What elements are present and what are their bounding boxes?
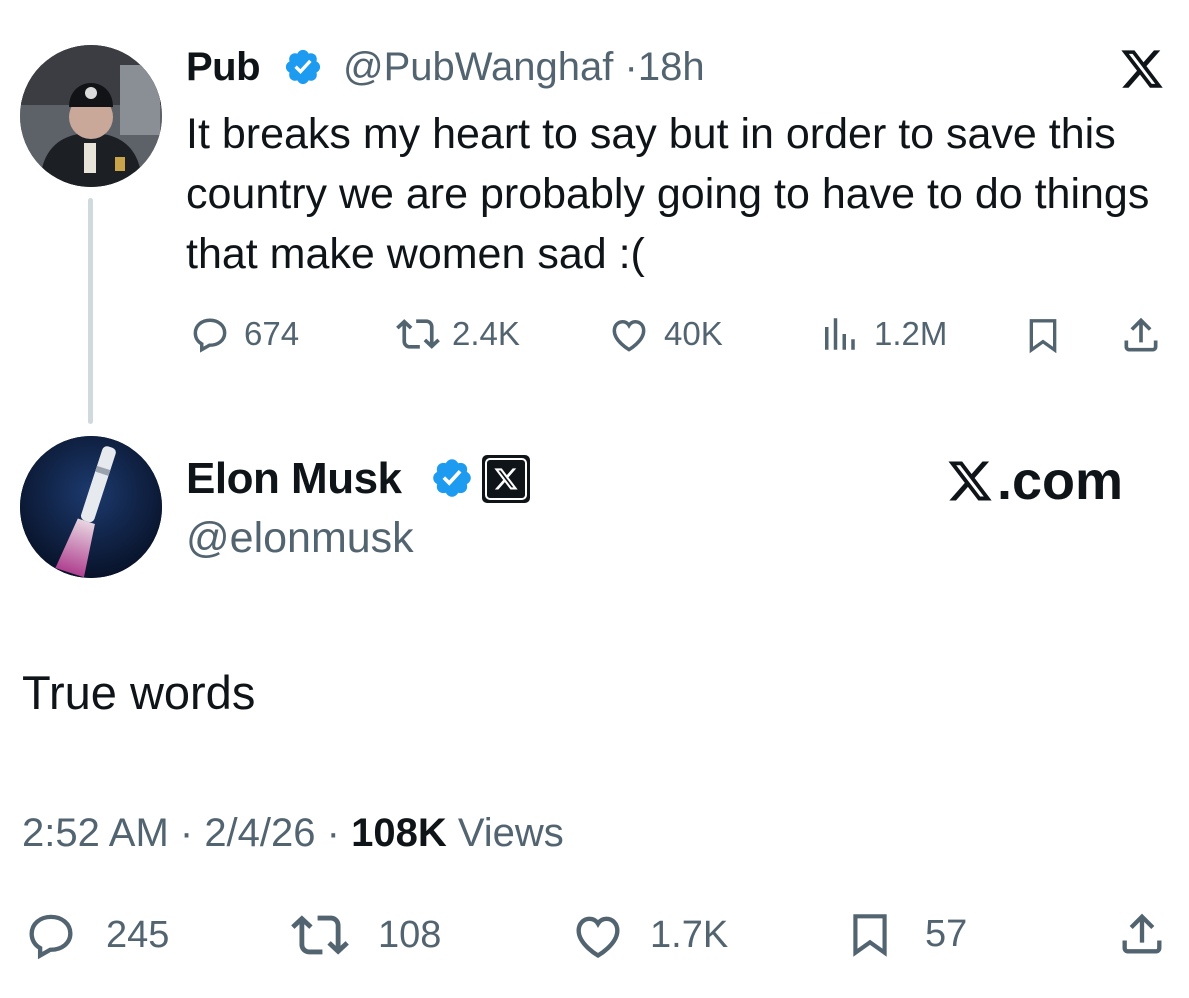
- quoted-display-name[interactable]: Pub: [186, 42, 261, 92]
- x-logo-icon: [1117, 46, 1167, 92]
- quoted-reply-button[interactable]: 674: [188, 312, 299, 356]
- x-com-link[interactable]: .com: [945, 449, 1123, 513]
- reply-icon: [193, 318, 227, 353]
- repost-icon: [291, 915, 349, 955]
- x-logo-icon: [948, 461, 992, 501]
- views-icon: [825, 318, 855, 350]
- quoted-post-text: It breaks my heart to say but in order t…: [186, 110, 1150, 278]
- quoted-repost-count: 2.4K: [452, 315, 520, 352]
- quoted-share-button[interactable]: [1119, 312, 1163, 358]
- verified-badge-icon: [283, 47, 323, 87]
- reply-icon: [29, 914, 73, 960]
- quoted-bookmark-button[interactable]: [1023, 314, 1063, 356]
- avatar[interactable]: [20, 45, 162, 187]
- separator-dot: ·: [624, 45, 638, 89]
- quoted-views-button[interactable]: 1.2M: [818, 312, 947, 356]
- views-count: 108K: [351, 811, 447, 855]
- quoted-views-count: 1.2M: [874, 315, 948, 352]
- bookmark-icon: [1029, 319, 1057, 354]
- repost-count: 108: [378, 913, 442, 956]
- quoted-time[interactable]: 18h: [638, 45, 705, 89]
- quoted-handle-and-time[interactable]: @PubWanghaf ·18h: [343, 42, 705, 92]
- quoted-repost-button[interactable]: 2.4K: [394, 312, 520, 356]
- like-count: 1.7K: [650, 913, 729, 956]
- like-button[interactable]: 1.7K: [568, 906, 728, 964]
- reply-count: 245: [106, 913, 170, 956]
- post-date[interactable]: 2/4/26: [204, 811, 315, 855]
- author-handle[interactable]: @elonmusk: [186, 511, 414, 565]
- author-display-name[interactable]: Elon Musk: [186, 452, 402, 506]
- avatar[interactable]: [20, 436, 162, 578]
- reply-button[interactable]: 245: [22, 906, 169, 964]
- like-icon: [612, 319, 646, 352]
- post-text: True words: [22, 666, 256, 719]
- quoted-handle[interactable]: @PubWanghaf: [343, 45, 613, 89]
- affiliation-x-badge-icon[interactable]: [482, 455, 530, 503]
- bookmark-icon: [853, 914, 887, 957]
- quoted-like-button[interactable]: 40K: [606, 312, 723, 356]
- verified-badge-icon: [430, 456, 474, 500]
- post-time[interactable]: 2:52 AM: [22, 811, 169, 855]
- thread-connector-line: [88, 198, 93, 424]
- brand-link-text: .com: [997, 451, 1124, 511]
- views-label: Views: [457, 811, 564, 855]
- quoted-reply-count: 674: [244, 315, 300, 352]
- share-icon: [1122, 913, 1162, 954]
- post-metadata: 2:52 AM · 2/4/26 · 108K Views: [22, 811, 564, 855]
- repost-button[interactable]: 108: [288, 906, 441, 964]
- quoted-like-count: 40K: [664, 315, 723, 352]
- repost-icon: [396, 319, 440, 349]
- bookmark-button[interactable]: 57: [845, 906, 967, 962]
- like-icon: [576, 916, 620, 959]
- share-icon: [1124, 317, 1158, 352]
- bookmark-count: 57: [925, 912, 968, 955]
- share-button[interactable]: [1116, 906, 1168, 962]
